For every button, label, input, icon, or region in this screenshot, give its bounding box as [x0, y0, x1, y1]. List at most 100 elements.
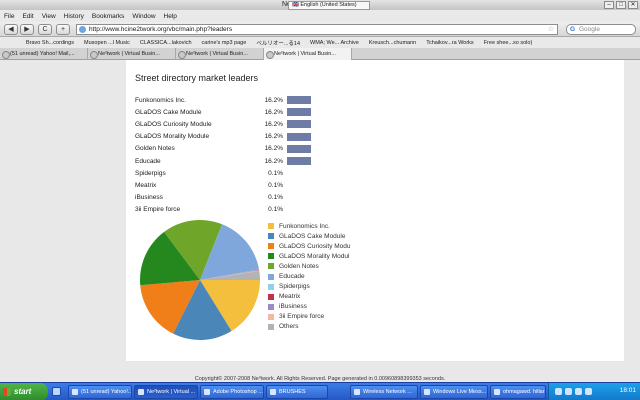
bookmark-item[interactable]: ベルリオー...る14	[256, 39, 300, 47]
table-row: Meatrix 0.1%	[135, 179, 343, 191]
market-share-percent: 16.2%	[264, 108, 283, 116]
start-button[interactable]: start	[0, 383, 48, 400]
menu-help[interactable]: Help	[164, 13, 177, 20]
legend-label: Golden Notes	[279, 262, 319, 270]
taskbar: start (51 unread) Yahoo!... Ne²twork | V…	[0, 382, 640, 400]
company-name: Educade	[135, 157, 161, 165]
bookmark-item[interactable]: Free shee...so solo)	[484, 40, 533, 46]
bar-cell	[283, 167, 343, 179]
company-name: Meatrix	[135, 181, 157, 189]
legend-swatch	[268, 293, 274, 300]
maximize-button[interactable]: □	[616, 1, 626, 9]
menu-view[interactable]: View	[42, 13, 56, 20]
legend-item: GLaDOS Curiosity Modu	[268, 241, 351, 251]
tray-security-icon[interactable]	[585, 388, 592, 395]
legend-item: 3ii Empire force	[268, 312, 351, 322]
minimize-button[interactable]: –	[604, 1, 614, 9]
language-selector[interactable]: 🇬🇧 English (United States)	[288, 1, 370, 10]
taskbar-item-wireless[interactable]: Wireless Network ...	[350, 385, 418, 399]
menu-bar: File Edit View History Bookmarks Window …	[0, 10, 640, 22]
menu-edit[interactable]: Edit	[22, 13, 33, 20]
legend-swatch	[268, 283, 274, 290]
tray-volume-icon[interactable]	[565, 388, 572, 395]
legend-item: GLaDOS Cake Module	[268, 231, 351, 241]
menu-file[interactable]: File	[4, 13, 14, 20]
legend-swatch	[268, 223, 274, 230]
reload-button[interactable]: C	[38, 24, 52, 35]
market-share-percent: 0.1%	[268, 194, 283, 202]
market-share-pie-chart	[139, 219, 260, 340]
legend-swatch	[268, 263, 274, 270]
legend-item: Spiderpigs	[268, 282, 351, 292]
bookmark-item[interactable]: CLASSICA...lakovich	[140, 40, 192, 46]
bookmark-item[interactable]: carine's mp3 page	[202, 40, 247, 46]
tab-yahoo-mail[interactable]: (51 unread) Yahoo! Mail,...	[0, 48, 88, 60]
legend-item: Others	[268, 322, 351, 332]
market-share-percent: 16.2%	[264, 120, 283, 128]
bookmark-item[interactable]: WMA; We... Archive	[310, 40, 359, 46]
company-name: GLaDOS Morality Module	[135, 133, 210, 141]
legend-swatch	[268, 233, 274, 240]
back-button[interactable]: ◀	[4, 24, 18, 35]
bar-cell	[283, 94, 343, 106]
url-field[interactable]: http://www.hcine2twork.org/vbc/main.php?…	[76, 24, 558, 35]
bookmark-item[interactable]: Tchaikov...ra Works	[426, 40, 473, 46]
bar-cell	[283, 155, 343, 167]
tab-network-2[interactable]: Ne²twork | Virtual Busin...	[176, 48, 264, 60]
quick-launch	[52, 387, 61, 396]
legend-item: Educade	[268, 271, 351, 281]
taskbar-item-firefox[interactable]: Ne²twork | Virtual ...	[134, 385, 198, 399]
tab-network-1[interactable]: Ne²twork | Virtual Busin...	[88, 48, 176, 60]
legend-item: Funkonomics Inc.	[268, 221, 351, 231]
table-row: Educade 16.2%	[135, 155, 343, 167]
bar-cell	[283, 131, 343, 143]
legend-swatch	[268, 273, 274, 280]
bar-cell	[283, 179, 343, 191]
bookmark-item[interactable]: Kreusch...chumann	[369, 40, 416, 46]
tray-messenger-icon[interactable]	[575, 388, 582, 395]
menu-history[interactable]: History	[64, 13, 84, 20]
bookmark-item[interactable]: Bravo Sh...cordings	[26, 40, 74, 46]
close-button[interactable]: ✕	[628, 1, 638, 9]
taskbar-item-chat[interactable]: ohmagawd. hillario...	[490, 385, 546, 399]
tab-network-active[interactable]: Ne²twork | Virtual Busin...	[264, 48, 352, 60]
market-share-bar	[287, 144, 311, 153]
bar-cell	[283, 204, 343, 216]
company-name: Spiderpigs	[135, 169, 166, 177]
table-row: Golden Notes 16.2%	[135, 143, 343, 155]
bar-cell	[283, 143, 343, 155]
taskbar-item-brushes[interactable]: BRUSHES	[266, 385, 328, 399]
search-field[interactable]: G Google	[566, 24, 636, 35]
system-tray: 18:01	[548, 383, 640, 400]
taskbar-item-photoshop[interactable]: Adobe Photoshop ...	[200, 385, 264, 399]
taskbar-item-yahoo[interactable]: (51 unread) Yahoo!...	[68, 385, 132, 399]
menu-bookmarks[interactable]: Bookmarks	[92, 13, 125, 20]
legend-label: Funkonomics Inc.	[279, 222, 330, 230]
page-title: Street directory market leaders	[135, 73, 259, 83]
bookmark-item[interactable]: Musopen ...l Music	[84, 40, 130, 46]
google-icon: G	[570, 26, 576, 33]
legend-label: Others	[279, 323, 299, 331]
window-controls: – □ ✕	[604, 1, 638, 9]
pie-legend: Funkonomics Inc. GLaDOS Cake Module GLaDOS…	[268, 221, 351, 332]
tab-bar: (51 unread) Yahoo! Mail,... Ne²twork | V…	[0, 48, 640, 60]
company-name: GLaDOS Cake Module	[135, 108, 202, 116]
market-share-percent: 0.1%	[268, 169, 283, 177]
company-name: Golden Notes	[135, 145, 175, 153]
company-name: Funkonomics Inc.	[135, 96, 186, 104]
table-row: GLaDOS Morality Module 16.2%	[135, 131, 343, 143]
bookmark-star-icon[interactable]: ☆	[548, 25, 554, 34]
forward-button[interactable]: ▶	[20, 24, 34, 35]
market-share-percent: 16.2%	[264, 157, 283, 165]
legend-label: 3ii Empire force	[279, 313, 325, 321]
legend-swatch	[268, 313, 274, 320]
new-tab-button[interactable]: +	[56, 24, 70, 35]
tray-network-icon[interactable]	[555, 388, 562, 395]
site-favicon-icon	[79, 26, 86, 33]
menu-window[interactable]: Window	[132, 13, 155, 20]
legend-item: Golden Notes	[268, 261, 351, 271]
quick-launch-icon[interactable]	[52, 387, 61, 396]
market-share-percent: 0.1%	[268, 181, 283, 189]
company-name: GLaDOS Curiosity Module	[135, 120, 212, 128]
taskbar-item-messenger[interactable]: Windows Live Mess...	[420, 385, 488, 399]
